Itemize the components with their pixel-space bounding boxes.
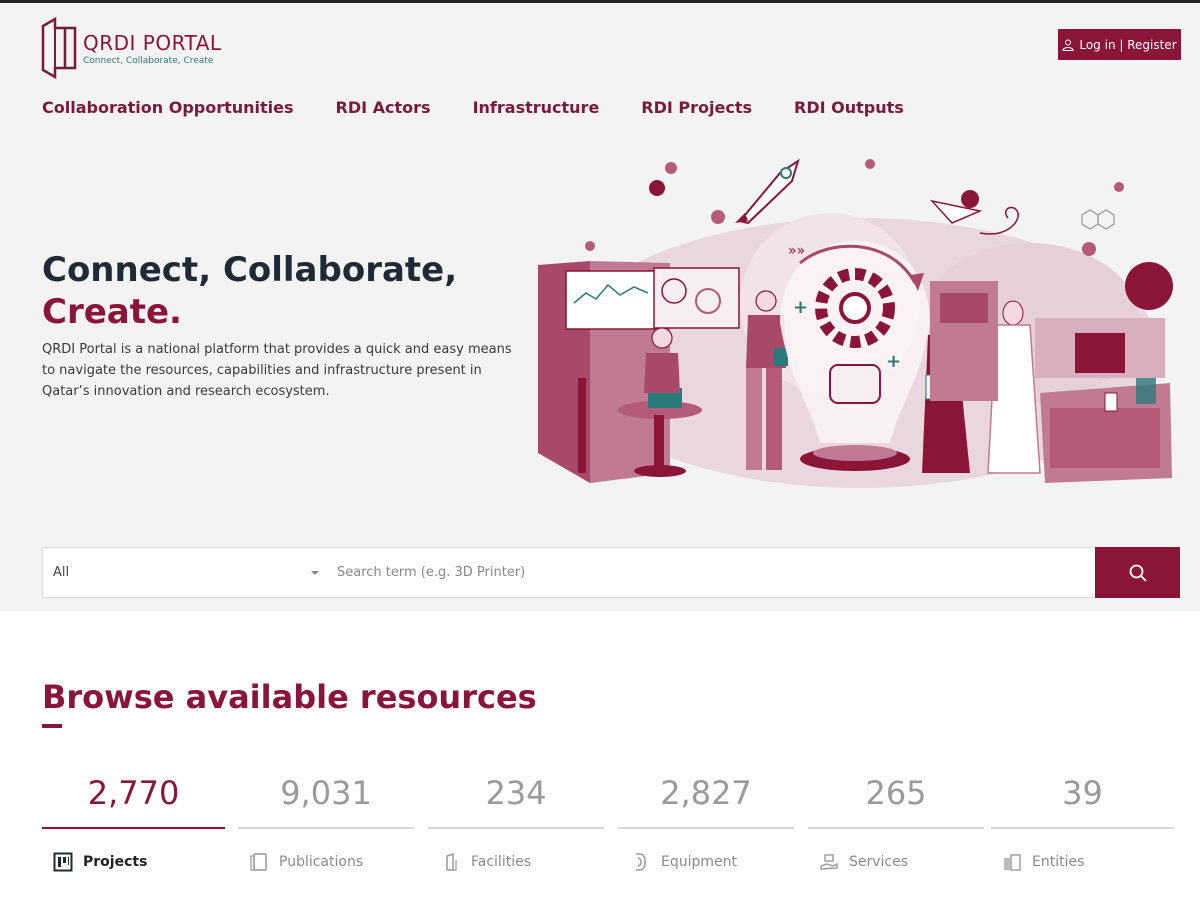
facilities-icon <box>440 851 462 873</box>
stat-underline <box>238 827 414 829</box>
category-select-value: All <box>53 565 70 580</box>
qrdi-logo-icon <box>41 16 77 80</box>
login-register-label: Log in | Register <box>1079 37 1177 52</box>
hero-title-line1: Connect, Collaborate, <box>42 250 458 290</box>
stat-label: Publications <box>279 854 364 870</box>
stat-label: Facilities <box>471 854 531 870</box>
stat-value: 9,031 <box>280 774 372 812</box>
stat-label: Entities <box>1032 854 1085 870</box>
title-underline <box>42 724 62 728</box>
nav-collaboration-opportunities[interactable]: Collaboration Opportunities <box>42 98 294 117</box>
stat-publications[interactable]: 9,031 Publications <box>238 770 414 880</box>
stat-underline <box>991 827 1174 829</box>
stat-projects[interactable]: 2,770 Projects <box>42 770 225 880</box>
nav-rdi-projects[interactable]: RDI Projects <box>641 98 752 117</box>
search-input[interactable] <box>329 548 1095 597</box>
stat-facilities[interactable]: 234 Facilities <box>428 770 604 880</box>
category-select[interactable]: All <box>43 548 329 597</box>
nav-rdi-outputs[interactable]: RDI Outputs <box>794 98 904 117</box>
stat-label: Services <box>849 854 909 870</box>
login-register-button[interactable]: Log in | Register <box>1058 29 1181 60</box>
hero-title-line2: Create. <box>42 292 182 332</box>
logo[interactable]: QRDI PORTAL Connect, Collaborate, Create <box>41 16 222 80</box>
entities-icon <box>1001 851 1023 873</box>
projects-icon <box>52 851 74 873</box>
logo-tagline: Connect, Collaborate, Create <box>83 55 214 66</box>
stat-value: 2,827 <box>660 774 752 812</box>
hero-illustration: »» + + <box>538 158 1173 488</box>
publications-icon <box>248 851 270 873</box>
search-icon <box>1129 564 1147 582</box>
stat-underline <box>808 827 984 829</box>
user-icon <box>1062 39 1074 51</box>
search-bar: All <box>42 547 1180 598</box>
svg-text:+: + <box>886 351 901 372</box>
stat-equipment[interactable]: 2,827 Equipment <box>618 770 794 880</box>
browse-title: Browse available resources <box>42 678 537 716</box>
stat-label: Equipment <box>661 854 737 870</box>
nav-infrastructure[interactable]: Infrastructure <box>473 98 600 117</box>
main-nav: Collaboration Opportunities RDI Actors I… <box>42 98 946 117</box>
services-icon <box>818 851 840 873</box>
nav-rdi-actors[interactable]: RDI Actors <box>336 98 431 117</box>
equipment-icon <box>630 851 652 873</box>
stat-value: 39 <box>1062 774 1103 812</box>
stat-underline <box>618 827 794 829</box>
stat-value: 2,770 <box>87 774 180 812</box>
hero-section: QRDI PORTAL Connect, Collaborate, Create… <box>0 3 1200 611</box>
stat-underline <box>428 827 604 829</box>
stat-entities[interactable]: 39 Entities <box>991 770 1174 880</box>
stat-value: 234 <box>485 774 547 812</box>
stat-value: 265 <box>865 774 927 812</box>
search-button[interactable] <box>1095 547 1180 598</box>
svg-text:+: + <box>793 297 808 318</box>
stat-underline <box>42 827 225 829</box>
resource-stats: 2,770 Projects 9,031 Publications 234 Fa… <box>42 770 1174 880</box>
chevron-down-icon <box>311 570 319 575</box>
logo-title: QRDI PORTAL <box>83 30 222 55</box>
stat-services[interactable]: 265 Services <box>808 770 984 880</box>
hero-description: QRDI Portal is a national platform that … <box>42 342 512 399</box>
stat-label: Projects <box>83 854 148 870</box>
svg-text:»»: »» <box>788 243 805 259</box>
hero-title: Connect, Collaborate, Create. <box>42 249 457 333</box>
